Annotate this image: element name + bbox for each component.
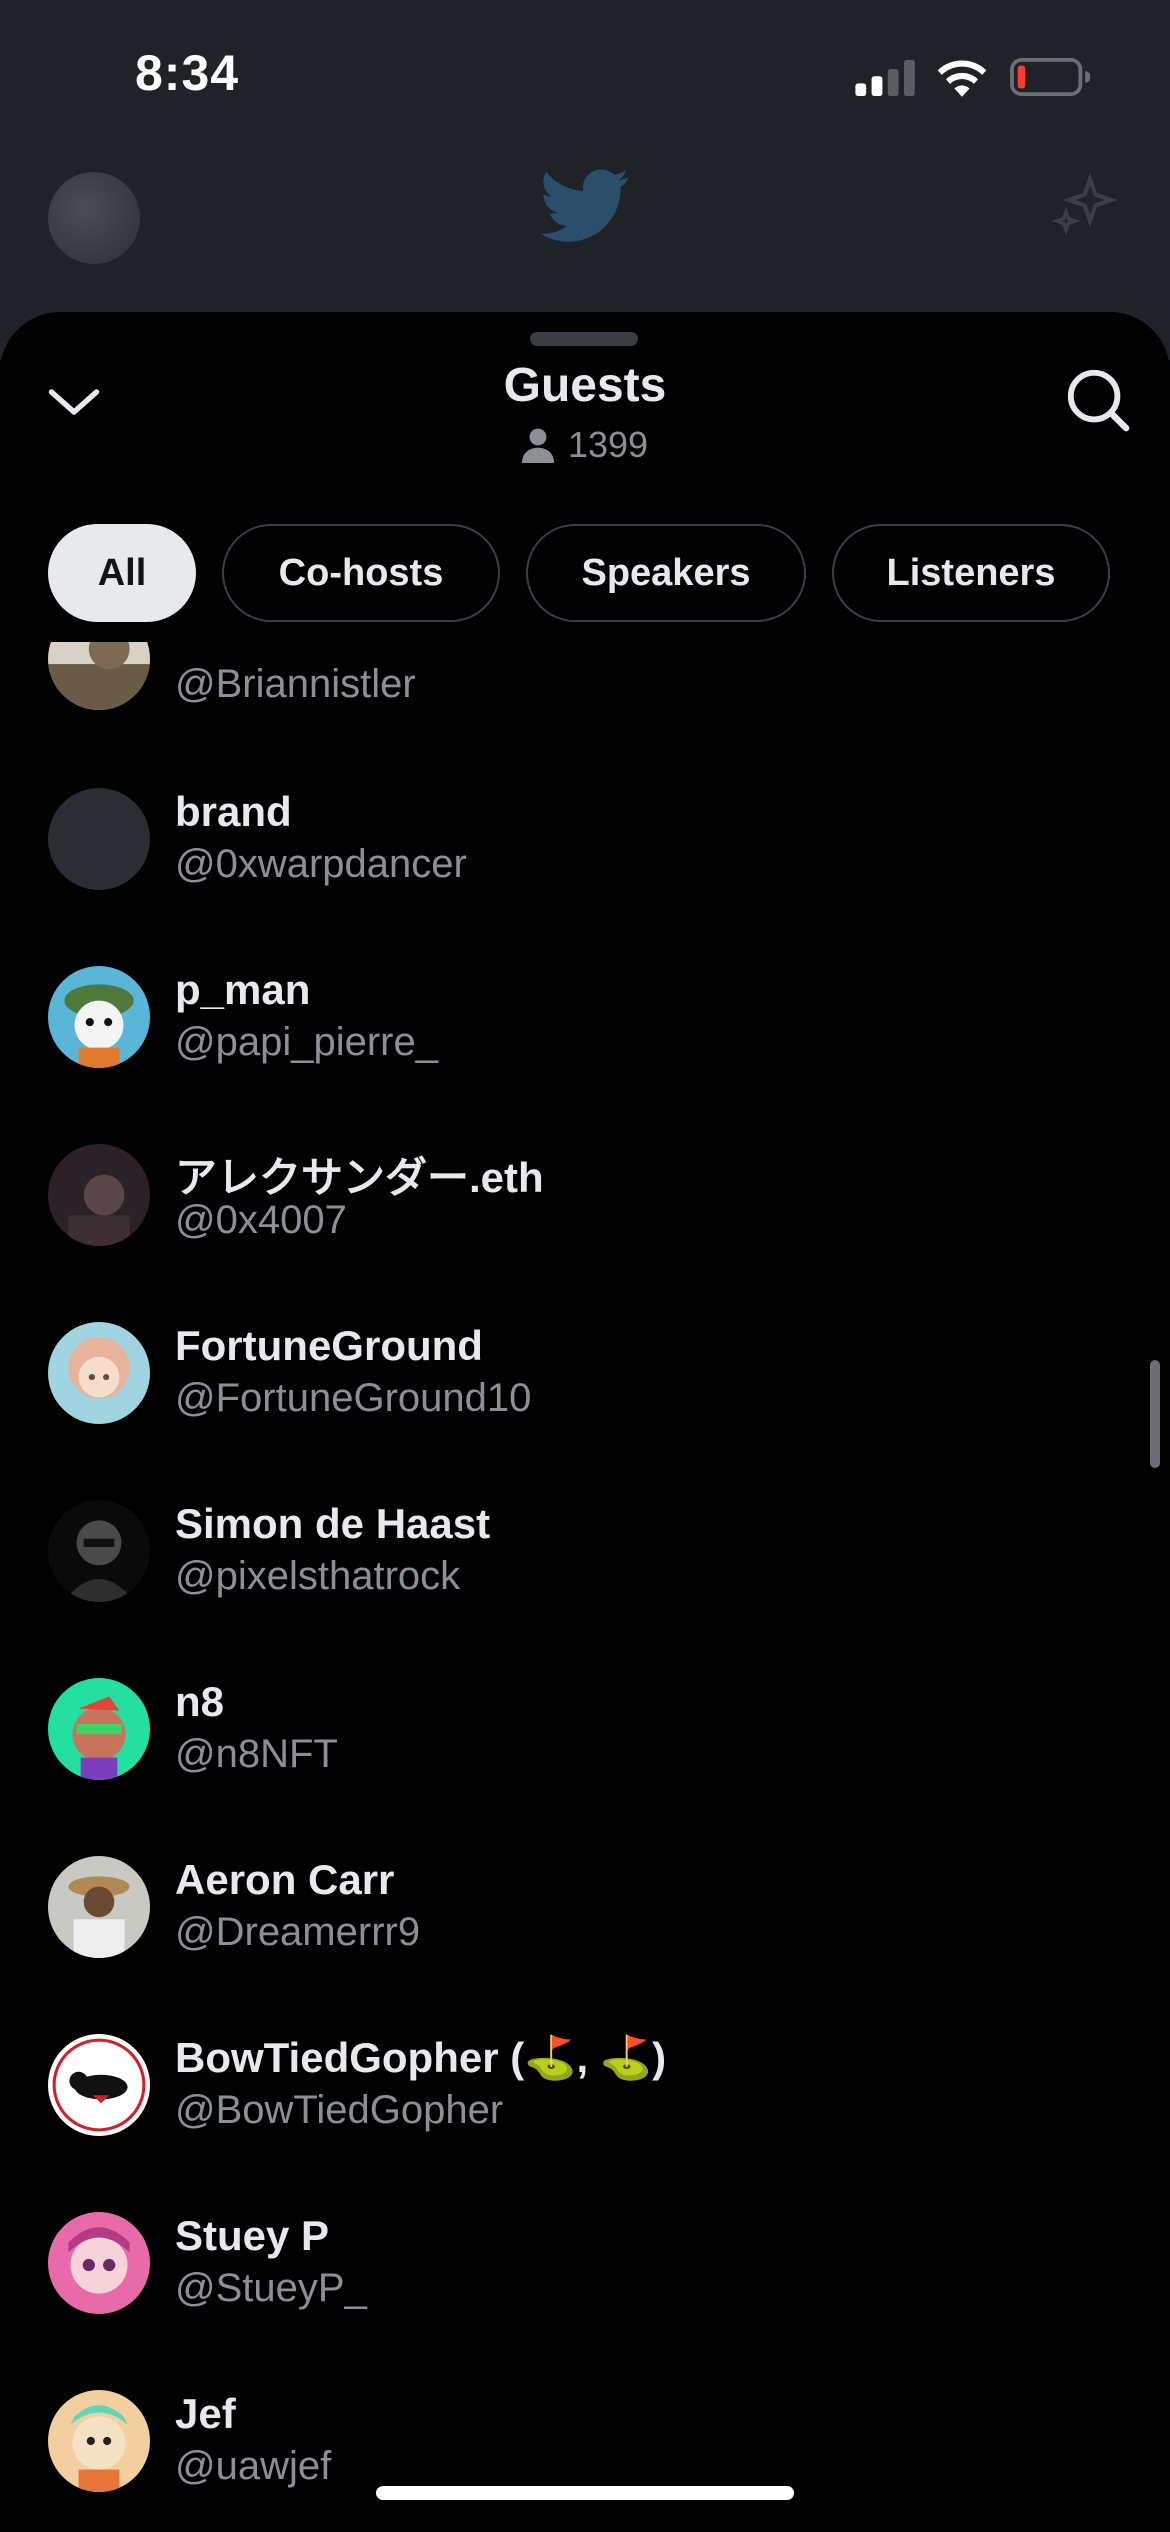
- avatar[interactable]: [48, 1500, 150, 1602]
- list-item[interactable]: Simon de Haast @pixelsthatrock: [0, 1500, 1170, 1660]
- cellular-signal-icon: [855, 60, 915, 96]
- battery-icon: [1010, 58, 1090, 96]
- guest-name: Jef: [175, 2390, 236, 2437]
- avatar[interactable]: [48, 1322, 150, 1424]
- person-icon: [521, 428, 554, 463]
- guest-handle: @0xwarpdancer: [175, 842, 467, 886]
- avatar[interactable]: [48, 1856, 150, 1958]
- list-item[interactable]: n8 @n8NFT: [0, 1678, 1170, 1838]
- listener-count: 1399: [0, 424, 1170, 466]
- search-icon[interactable]: [1062, 364, 1132, 434]
- guest-handle: @FortuneGround10: [175, 1376, 532, 1420]
- avatar[interactable]: [48, 2390, 150, 2492]
- guest-handle: @BowTiedGopher: [175, 2088, 504, 2132]
- guest-name: FortuneGround: [175, 1322, 483, 1369]
- wifi-icon: [937, 60, 987, 97]
- list-item[interactable]: FortuneGround @FortuneGround10: [0, 1322, 1170, 1482]
- avatar[interactable]: [48, 2034, 150, 2136]
- avatar[interactable]: [48, 2212, 150, 2314]
- listener-count-value: 1399: [567, 424, 649, 465]
- guest-name: brand: [175, 788, 292, 835]
- guest-handle: @pixelsthatrock: [175, 1554, 461, 1598]
- guest-handle: @Briannistler: [175, 662, 416, 706]
- guest-name: p_man: [175, 966, 311, 1013]
- scroll-indicator[interactable]: [1150, 1360, 1160, 1468]
- list-item[interactable]: p_man @papi_pierre_: [0, 966, 1170, 1126]
- sheet-grabber[interactable]: [530, 332, 638, 346]
- list-item[interactable]: Stuey P @StueyP_: [0, 2212, 1170, 2372]
- filter-speakers[interactable]: Speakers: [526, 524, 806, 622]
- guest-name: BowTiedGopher (⛳, ⛳): [175, 2034, 667, 2081]
- filter-co-hosts[interactable]: Co-hosts: [222, 524, 500, 622]
- filter-tabs: All Co-hosts Speakers Listeners: [48, 524, 1110, 622]
- guests-sheet: Guests 1399 All Co-hosts Speakers Listen…: [0, 312, 1170, 2532]
- list-item[interactable]: BowTiedGopher (⛳, ⛳) @BowTiedGopher: [0, 2034, 1170, 2194]
- sheet-title: Guests: [503, 359, 667, 412]
- list-item[interactable]: Jef @uawjef: [0, 2390, 1170, 2532]
- guest-handle: @0x4007: [175, 1198, 347, 1242]
- filter-all[interactable]: All: [48, 524, 196, 622]
- filter-listeners[interactable]: Listeners: [832, 524, 1110, 622]
- home-indicator[interactable]: [376, 2486, 794, 2500]
- guest-handle: @uawjef: [175, 2444, 332, 2488]
- avatar[interactable]: [48, 1678, 150, 1780]
- guest-handle: @n8NFT: [175, 1732, 338, 1776]
- guest-handle: @StueyP_: [175, 2266, 367, 2310]
- list-item[interactable]: @Briannistler: [0, 642, 1170, 768]
- guest-name: アレクサンダー.eth: [175, 1154, 544, 1201]
- twitter-logo-icon: [540, 169, 629, 242]
- avatar[interactable]: [48, 1144, 150, 1246]
- avatar[interactable]: [48, 966, 150, 1068]
- status-bar: 8:34: [0, 0, 1170, 150]
- guest-name: Stuey P: [175, 2212, 330, 2259]
- guest-handle: @papi_pierre_: [175, 1020, 438, 1064]
- avatar[interactable]: [48, 788, 150, 890]
- sparkle-icon: [1051, 172, 1118, 236]
- status-time: 8:34: [135, 45, 240, 101]
- guest-name: Simon de Haast: [175, 1500, 491, 1547]
- guest-list[interactable]: @Briannistler brand @0xwarpdancer p_man …: [0, 642, 1170, 2532]
- avatar[interactable]: [48, 642, 150, 710]
- guest-handle: @Dreamerrr9: [175, 1910, 421, 1954]
- list-item[interactable]: アレクサンダー.eth @0x4007: [0, 1144, 1170, 1304]
- guest-name: Aeron Carr: [175, 1856, 395, 1903]
- list-item[interactable]: brand @0xwarpdancer: [0, 788, 1170, 948]
- list-item[interactable]: Aeron Carr @Dreamerrr9: [0, 1856, 1170, 2016]
- guest-name: n8: [175, 1678, 225, 1725]
- profile-avatar: [48, 172, 140, 264]
